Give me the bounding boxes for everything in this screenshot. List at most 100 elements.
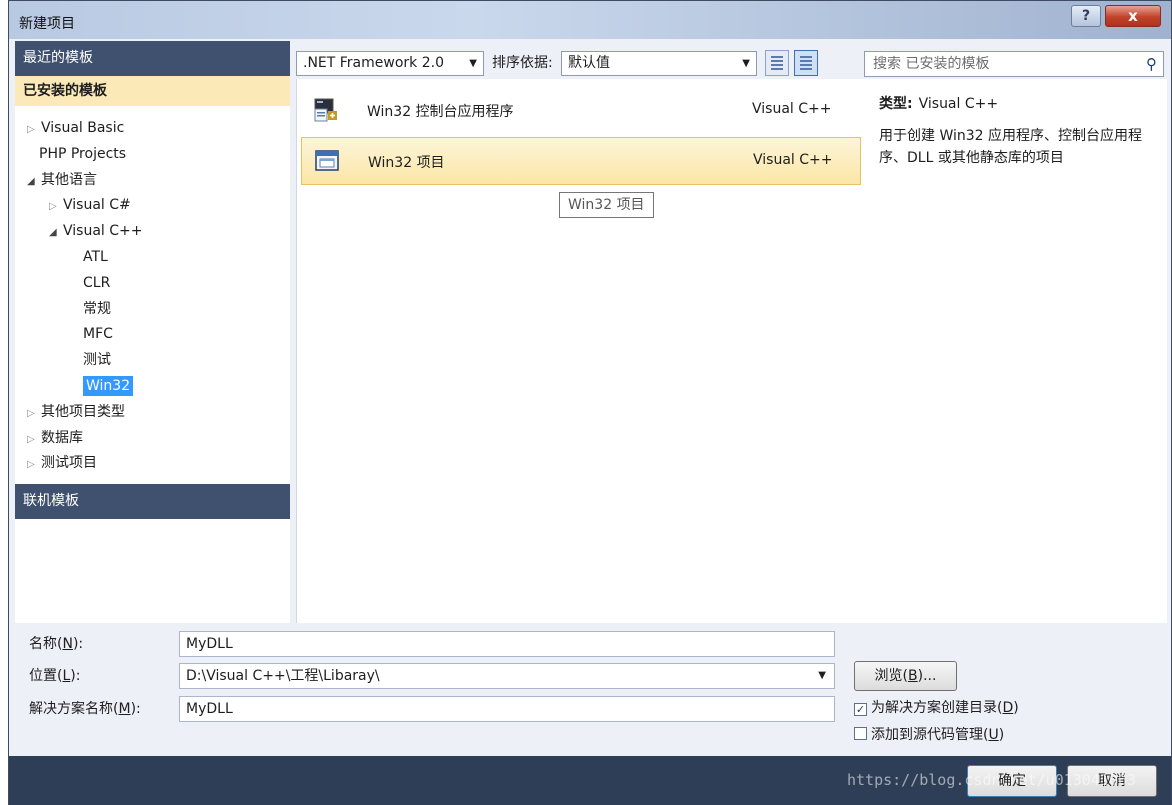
tree-item-label: 数据库 [41,430,83,446]
tree-item-测试项目[interactable]: ▷ 测试项目 [27,453,97,473]
tree-item-visual-c-[interactable]: ▷ Visual C# [49,195,131,215]
chevron-down-icon[interactable]: ▼ [818,664,826,688]
browse-button[interactable]: 浏览(B)... [854,661,957,691]
tree-item-visual-c-[interactable]: ◢ Visual C++ [49,221,142,241]
solution-name-label: 解决方案名称(M): [29,701,141,717]
name-label: 名称(N): [29,636,84,652]
type-value: Visual C++ [918,96,999,112]
tree-item-label: Win32 [83,376,134,396]
sort-select[interactable]: 默认值 ▼ [561,51,757,76]
tree-item-label: 测试 [83,352,111,368]
tree-item-php-projects[interactable]: PHP Projects [39,144,126,164]
tree-item-atl[interactable]: ATL [83,247,108,267]
expand-arrow-icon[interactable]: ▷ [27,120,41,140]
tree-item-label: Visual C++ [63,223,143,239]
framework-value: .NET Framework 2.0 [303,55,444,71]
template-name: Win32 项目 [368,155,445,171]
console-app-icon [314,98,337,122]
location-label: 位置(L): [29,668,81,684]
small-icons-view-button[interactable] [765,50,789,76]
create-directory-access-key: D [1002,700,1014,716]
template-row-win32-project[interactable]: Win32 项目 Visual C++ [301,137,861,185]
browse-label: 浏览 [874,668,903,684]
collapse-arrow-icon[interactable]: ◢ [49,223,63,243]
location-combobox[interactable]: D:\Visual C++\工程\Libaray\ ▼ [179,663,835,689]
tree-item-visual-basic[interactable]: ▷ Visual Basic [27,118,124,138]
win32-project-icon [315,150,339,171]
tree-item-数据库[interactable]: ▷ 数据库 [27,428,83,448]
tree-item-label: Visual C# [63,197,131,213]
collapse-arrow-icon[interactable]: ◢ [27,172,41,192]
template-categories-panel: 最近的模板 已安装的模板 ▷ Visual Basic PHP Projects ◢ 其… [15,41,290,623]
help-button[interactable]: ? [1071,5,1101,27]
tree-item-label: 其他项目类型 [41,404,125,420]
list-view-button[interactable] [794,50,818,76]
window-title: 新建项目 [19,16,75,32]
source-control-label: 添加到源代码管理 [871,727,983,743]
search-icon[interactable]: ⚲ [1146,52,1157,76]
create-directory-label: 为解决方案创建目录 [871,700,997,716]
list-view-icon [800,56,812,70]
create-directory-option[interactable]: ✓ 为解决方案创建目录(D) [854,698,1019,718]
expand-arrow-icon[interactable]: ▷ [49,197,63,217]
location-label-text: 位置 [29,668,57,684]
tree-item-label: 测试项目 [41,455,97,471]
source-control-access-key: U [988,727,999,743]
close-button[interactable]: x [1105,5,1161,27]
new-project-dialog: 新建项目 ? x 最近的模板 已安装的模板 ▷ Visual Basic PHP P… [8,0,1172,805]
small-icons-view-icon [771,56,783,70]
template-toolbar: .NET Framework 2.0 ▼ 排序依据: 默认值 ▼ [296,46,866,78]
framework-select[interactable]: .NET Framework 2.0 ▼ [296,51,484,76]
tree-item-label: 常规 [83,301,111,317]
template-tooltip: Win32 项目 [559,192,654,218]
template-language: Visual C++ [753,152,833,168]
expand-arrow-icon[interactable]: ▷ [27,430,41,450]
tree-item-常规[interactable]: 常规 [83,299,111,319]
online-templates-header[interactable]: 联机模板 [15,484,290,519]
installed-templates-header[interactable]: 已安装的模板 [15,76,290,106]
tree-item-label: CLR [83,275,111,291]
name-input[interactable]: MyDLL [179,631,835,657]
tree-item-label: 其他语言 [41,172,97,188]
template-details-panel: 类型: Visual C++ 用于创建 Win32 应用程序、控制台应用程序、DL… [865,79,1167,623]
solution-access-key: M [118,701,131,717]
template-name: Win32 控制台应用程序 [367,104,514,120]
recent-templates-header[interactable]: 最近的模板 [15,41,290,76]
tree-item-clr[interactable]: CLR [83,273,110,293]
name-access-key: N [62,636,73,652]
create-directory-checkbox[interactable]: ✓ [854,703,867,716]
source-control-option[interactable]: 添加到源代码管理(U) [854,725,1004,745]
type-label: 类型: [879,96,913,112]
template-type: 类型: Visual C++ [879,93,1153,113]
browse-access-key: B [908,668,918,684]
solution-label-text: 解决方案名称 [29,701,113,717]
sort-label: 排序依据: [492,55,553,71]
expand-arrow-icon[interactable]: ▷ [27,455,41,475]
tree-item-win32[interactable]: Win32 [83,376,134,396]
chevron-down-icon: ▼ [742,58,750,69]
name-label-text: 名称 [29,636,57,652]
expand-arrow-icon[interactable]: ▷ [27,404,41,424]
tree-item-其他语言[interactable]: ◢ 其他语言 [27,170,97,190]
search-input[interactable]: 搜索 已安装的模板 ⚲ [864,51,1164,77]
tree-item-其他项目类型[interactable]: ▷ 其他项目类型 [27,402,125,422]
location-access-key: L [62,668,71,684]
source-control-checkbox[interactable] [854,727,867,740]
location-value: D:\Visual C++\工程\Libaray\ [186,668,380,684]
tree-item-label: PHP Projects [39,146,127,162]
search-placeholder: 搜索 已安装的模板 [873,56,990,72]
template-row-console-app[interactable]: Win32 控制台应用程序 Visual C++ [301,87,861,135]
solution-value: MyDLL [186,701,233,717]
tree-item-label: MFC [83,326,113,342]
template-language: Visual C++ [752,101,832,117]
chevron-down-icon: ▼ [469,58,477,69]
tree-item-label: ATL [83,249,108,265]
title-bar: 新建项目 ? x [9,1,1171,39]
name-value: MyDLL [186,636,233,652]
tree-item-label: Visual Basic [41,120,125,136]
tree-item-测试[interactable]: 测试 [83,350,111,370]
template-list: Win32 控制台应用程序 Visual C++ Win32 项目 Visual… [296,79,866,623]
solution-name-input[interactable]: MyDLL [179,696,835,722]
tree-item-mfc[interactable]: MFC [83,324,113,344]
template-description: 用于创建 Win32 应用程序、控制台应用程序、DLL 或其他静态库的项目 [879,128,1143,166]
